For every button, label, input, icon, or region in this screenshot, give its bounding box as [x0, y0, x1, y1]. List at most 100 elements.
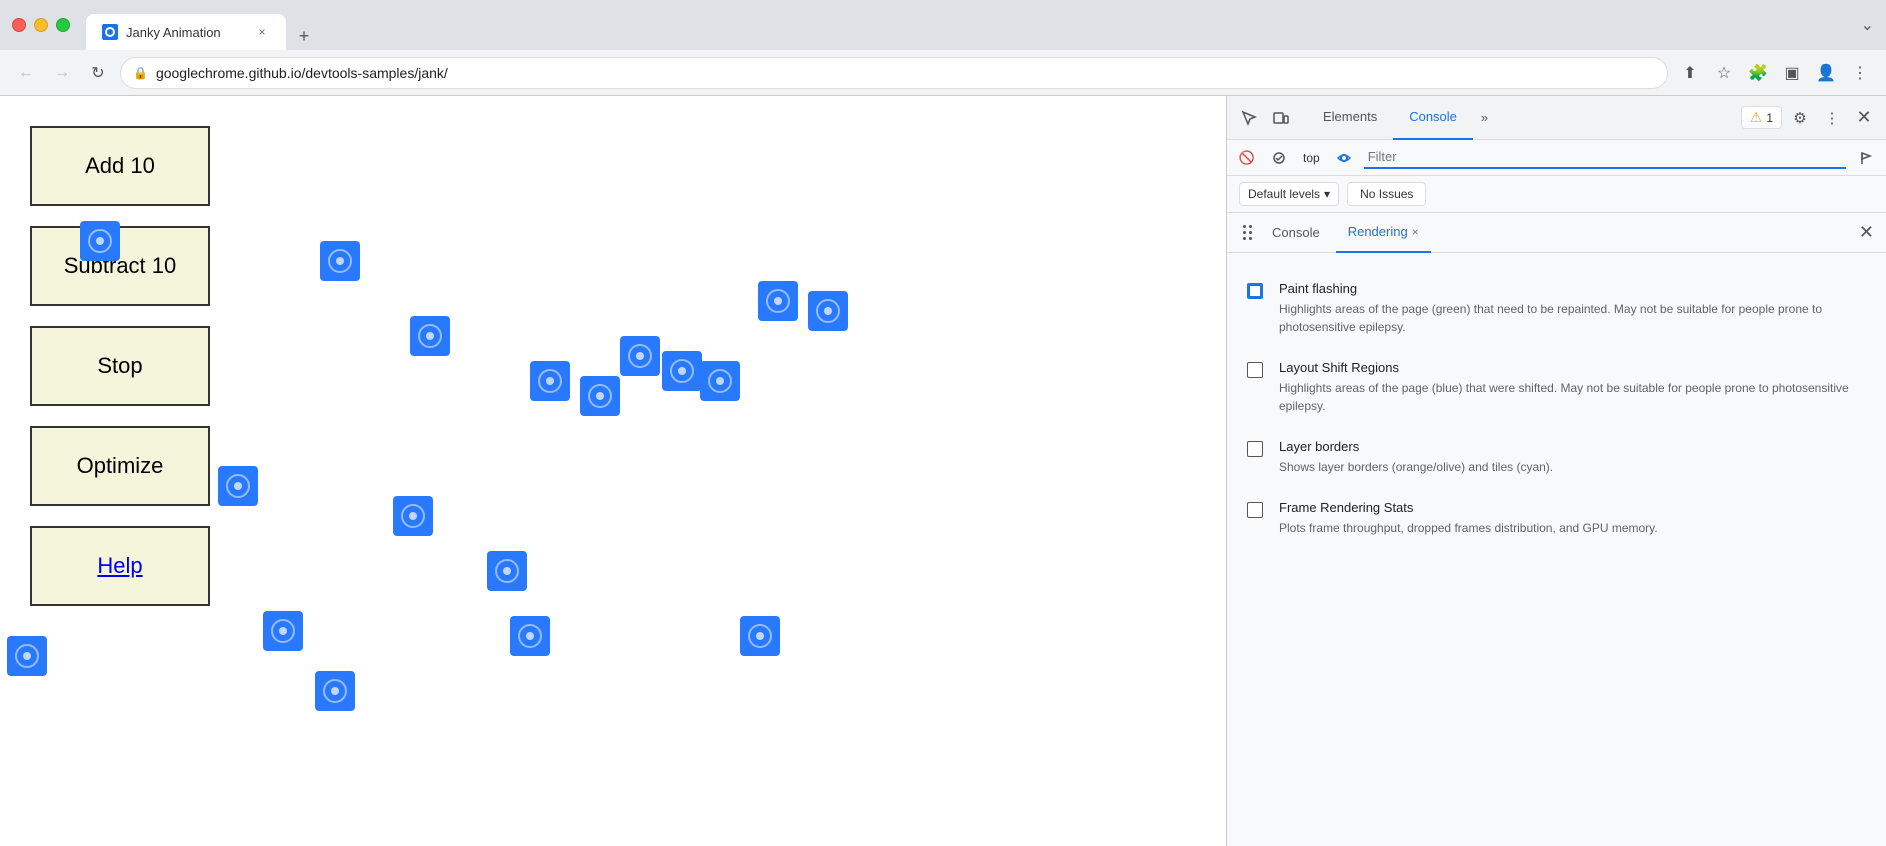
devtools-panel: Elements Console » ⚠ 1 ⚙ ⋮ ✕ 🚫 — [1226, 96, 1886, 846]
active-tab[interactable]: Janky Animation × — [86, 14, 286, 50]
blue-square — [620, 336, 660, 376]
paint-flashing-item: Paint flashing Highlights areas of the p… — [1227, 269, 1886, 348]
stop-button[interactable]: Stop — [30, 326, 210, 406]
devtools-top-bar: Elements Console » ⚠ 1 ⚙ ⋮ ✕ — [1227, 96, 1886, 140]
blue-square — [487, 551, 527, 591]
clear-console-icon[interactable]: 🚫 — [1235, 146, 1259, 170]
blue-square — [218, 466, 258, 506]
address-text[interactable]: googlechrome.github.io/devtools-samples/… — [156, 65, 1655, 81]
traffic-lights — [12, 18, 70, 32]
paint-flashing-checkbox[interactable] — [1247, 283, 1263, 299]
device-toolbar-icon[interactable] — [1267, 104, 1295, 132]
back-button[interactable]: ← — [12, 59, 40, 87]
tab-bar: Janky Animation × + — [86, 0, 1853, 50]
menu-icon[interactable]: ⋮ — [1846, 59, 1874, 87]
rendering-content: Paint flashing Highlights areas of the p… — [1227, 253, 1886, 846]
rendering-panel-tab[interactable]: Rendering × — [1336, 213, 1431, 253]
layout-shift-checkbox[interactable] — [1247, 362, 1263, 378]
tab-favicon — [102, 24, 118, 40]
devtools-tab-console[interactable]: Console — [1393, 96, 1473, 140]
flag-icon[interactable] — [1854, 146, 1878, 170]
layout-shift-item: Layout Shift Regions Highlights areas of… — [1227, 348, 1886, 427]
window-chevron-icon[interactable]: ⌄ — [1861, 15, 1874, 35]
warning-badge[interactable]: ⚠ 1 — [1741, 106, 1782, 129]
jank-buttons: Add 10 Subtract 10 Stop Optimize Help — [30, 126, 210, 606]
blue-square — [530, 361, 570, 401]
favicon-inner — [105, 27, 115, 37]
devtools-more-tabs[interactable]: » — [1473, 96, 1496, 140]
toolbar-actions: ⬆ ☆ 🧩 ▣ 👤 ⋮ — [1676, 59, 1874, 87]
levels-bar: Default levels ▾ No Issues — [1227, 176, 1886, 213]
blue-square — [80, 221, 120, 261]
layer-borders-title: Layer borders — [1279, 439, 1866, 454]
blue-square — [662, 351, 702, 391]
devtools-close-icon[interactable]: ✕ — [1850, 104, 1878, 132]
no-issues-button[interactable]: No Issues — [1347, 182, 1426, 206]
layer-borders-description: Shows layer borders (orange/olive) and t… — [1279, 458, 1866, 476]
blue-square — [510, 616, 550, 656]
rendering-tab-close[interactable]: × — [1412, 225, 1419, 239]
forward-button[interactable]: → — [48, 59, 76, 87]
top-label[interactable]: top — [1299, 151, 1324, 165]
lock-icon: 🔒 — [133, 66, 148, 80]
eye-icon[interactable] — [1332, 146, 1356, 170]
tab-close-button[interactable]: × — [254, 24, 270, 40]
blue-square — [263, 611, 303, 651]
blue-square — [808, 291, 848, 331]
paint-flashing-description: Highlights areas of the page (green) tha… — [1279, 300, 1866, 336]
blue-square — [700, 361, 740, 401]
panels-drag-handle[interactable] — [1239, 221, 1256, 244]
layer-borders-checkbox[interactable] — [1247, 441, 1263, 457]
devtools-more-options-icon[interactable]: ⋮ — [1818, 104, 1846, 132]
help-link[interactable]: Help — [97, 553, 142, 579]
browser-toolbar: ← → ↻ 🔒 googlechrome.github.io/devtools-… — [0, 50, 1886, 96]
warning-icon: ⚠ — [1750, 109, 1763, 126]
title-bar: Janky Animation × + ⌄ — [0, 0, 1886, 50]
rendering-panels-bar: Console Rendering × ✕ — [1227, 213, 1886, 253]
profile-icon[interactable]: 👤 — [1812, 59, 1840, 87]
browser-frame: Janky Animation × + ⌄ ← → ↻ 🔒 googlechro… — [0, 0, 1886, 846]
help-button[interactable]: Help — [30, 526, 210, 606]
console-panel-tab[interactable]: Console — [1260, 213, 1332, 253]
maximize-traffic-light[interactable] — [56, 18, 70, 32]
devtools-secondary-bar: 🚫 top — [1227, 140, 1886, 176]
layout-shift-title: Layout Shift Regions — [1279, 360, 1866, 375]
frame-rendering-stats-item: Frame Rendering Stats Plots frame throug… — [1227, 488, 1886, 549]
tab-title: Janky Animation — [126, 25, 246, 40]
blue-square — [320, 241, 360, 281]
filter-input[interactable] — [1364, 147, 1846, 169]
inspect-element-icon[interactable] — [1235, 104, 1263, 132]
default-levels-button[interactable]: Default levels ▾ — [1239, 182, 1339, 206]
address-bar[interactable]: 🔒 googlechrome.github.io/devtools-sample… — [120, 57, 1668, 89]
add-10-button[interactable]: Add 10 — [30, 126, 210, 206]
frame-rendering-stats-checkbox[interactable] — [1247, 502, 1263, 518]
frame-rendering-stats-description: Plots frame throughput, dropped frames d… — [1279, 519, 1866, 537]
frame-rendering-stats-title: Frame Rendering Stats — [1279, 500, 1866, 515]
layout-shift-description: Highlights areas of the page (blue) that… — [1279, 379, 1866, 415]
subtract-10-button[interactable]: Subtract 10 — [30, 226, 210, 306]
optimize-button[interactable]: Optimize — [30, 426, 210, 506]
new-tab-button[interactable]: + — [290, 22, 318, 50]
minimize-traffic-light[interactable] — [34, 18, 48, 32]
extensions-icon[interactable]: 🧩 — [1744, 59, 1772, 87]
bookmark-icon[interactable]: ☆ — [1710, 59, 1738, 87]
blue-square — [393, 496, 433, 536]
devtools-tabs: Elements Console » — [1307, 96, 1729, 140]
panel-close-icon[interactable]: ✕ — [1859, 222, 1874, 243]
share-icon[interactable]: ⬆ — [1676, 59, 1704, 87]
cast-icon[interactable]: ▣ — [1778, 59, 1806, 87]
window-controls: ⌄ — [1861, 15, 1874, 35]
blue-square — [740, 616, 780, 656]
preserve-log-icon[interactable] — [1267, 146, 1291, 170]
refresh-button[interactable]: ↻ — [84, 59, 112, 87]
warning-count: 1 — [1766, 111, 1773, 125]
close-traffic-light[interactable] — [12, 18, 26, 32]
blue-square — [580, 376, 620, 416]
paint-flashing-title: Paint flashing — [1279, 281, 1866, 296]
blue-square — [315, 671, 355, 711]
devtools-settings-icon[interactable]: ⚙ — [1786, 104, 1814, 132]
main-area: Add 10 Subtract 10 Stop Optimize Help — [0, 96, 1886, 846]
devtools-tab-elements[interactable]: Elements — [1307, 96, 1393, 140]
blue-square — [758, 281, 798, 321]
blue-square — [410, 316, 450, 356]
